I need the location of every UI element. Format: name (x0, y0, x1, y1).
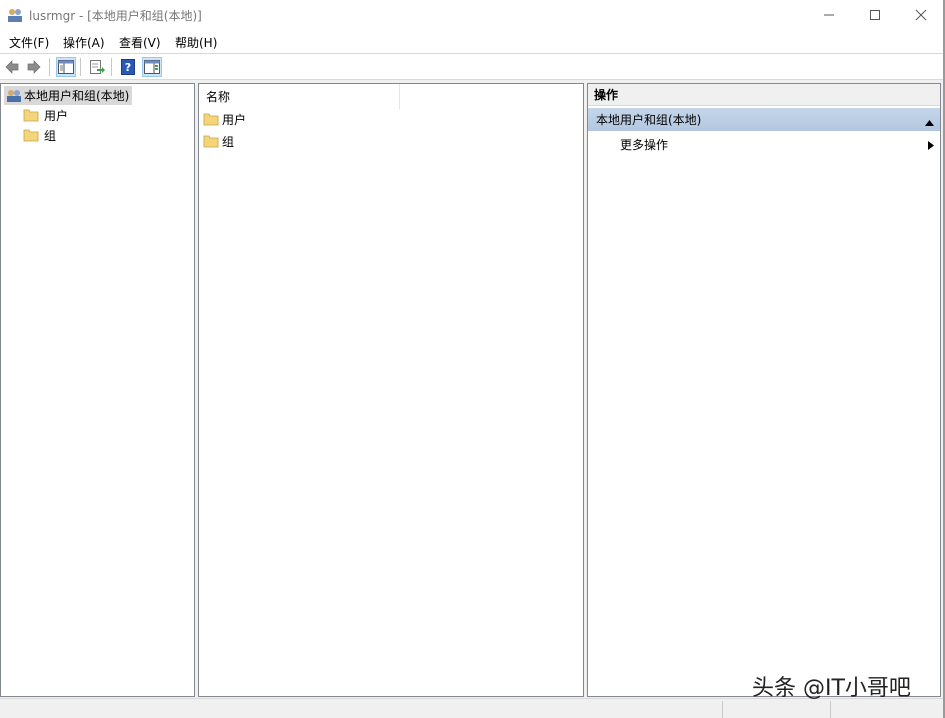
folder-icon (203, 134, 219, 151)
help-icon[interactable]: ? (118, 57, 138, 77)
maximize-button[interactable] (852, 0, 898, 30)
tree-node-root[interactable]: 本地用户和组(本地) (4, 86, 133, 106)
status-separator (722, 701, 723, 718)
svg-text:?: ? (125, 61, 131, 74)
watermark-text: 头条 @IT小哥吧 (752, 676, 911, 701)
menu-bar: 文件(F) 操作(A) 查看(V) 帮助(H) (0, 30, 945, 52)
folder-icon (23, 128, 39, 145)
console-tree[interactable]: 本地用户和组(本地) 用户 组 (0, 83, 195, 697)
list-item-groups[interactable]: 组 (203, 131, 234, 151)
export-list-icon[interactable] (87, 57, 107, 77)
submenu-arrow-icon (928, 139, 934, 153)
action-group-local-users[interactable]: 本地用户和组(本地) (588, 108, 940, 131)
show-hide-action-pane-icon[interactable] (142, 57, 162, 77)
more-actions-item[interactable]: 更多操作 (620, 134, 668, 154)
menu-action[interactable]: 操作(A) (63, 34, 105, 51)
menu-help[interactable]: 帮助(H) (175, 34, 217, 51)
result-list[interactable]: 名称 用户 组 (198, 83, 584, 697)
status-separator (830, 701, 831, 718)
collapse-up-icon[interactable] (925, 115, 934, 129)
toolbar-separator (111, 58, 112, 76)
toolbar-separator (80, 58, 81, 76)
tree-node-users-label: 用户 (44, 109, 69, 123)
menu-file[interactable]: 文件(F) (9, 34, 49, 51)
back-icon[interactable] (2, 57, 22, 77)
users-app-icon[interactable] (7, 7, 23, 23)
toolbar-separator (49, 58, 50, 76)
show-hide-console-tree-icon[interactable] (56, 57, 76, 77)
action-pane-header: 操作 (588, 84, 940, 106)
tree-node-users[interactable]: 用户 (23, 106, 68, 125)
toolbar: ? (0, 53, 945, 80)
list-item-users-label: 用户 (222, 112, 247, 127)
menu-view[interactable]: 查看(V) (119, 34, 161, 51)
folder-icon (203, 112, 219, 129)
action-pane: 操作 本地用户和组(本地) 更多操作 (587, 83, 941, 697)
close-button[interactable] (898, 0, 944, 30)
folder-icon (23, 108, 39, 125)
action-pane-title: 操作 (594, 88, 619, 102)
more-actions-label: 更多操作 (620, 137, 669, 152)
tree-node-groups[interactable]: 组 (23, 126, 56, 145)
window-title: lusrmgr - [本地用户和组(本地)] (29, 9, 202, 23)
action-group-label: 本地用户和组(本地) (596, 113, 702, 127)
title-bar: lusrmgr - [本地用户和组(本地)] (0, 0, 945, 30)
tree-node-root-label: 本地用户和组(本地) (24, 89, 130, 103)
column-header-name[interactable]: 名称 (199, 84, 400, 109)
tree-node-groups-label: 组 (44, 129, 57, 143)
users-groups-icon (6, 88, 22, 106)
forward-icon[interactable] (24, 57, 44, 77)
list-item-groups-label: 组 (222, 134, 235, 149)
minimize-button[interactable] (806, 0, 852, 30)
column-header-label: 名称 (206, 90, 231, 104)
list-item-users[interactable]: 用户 (203, 109, 246, 129)
